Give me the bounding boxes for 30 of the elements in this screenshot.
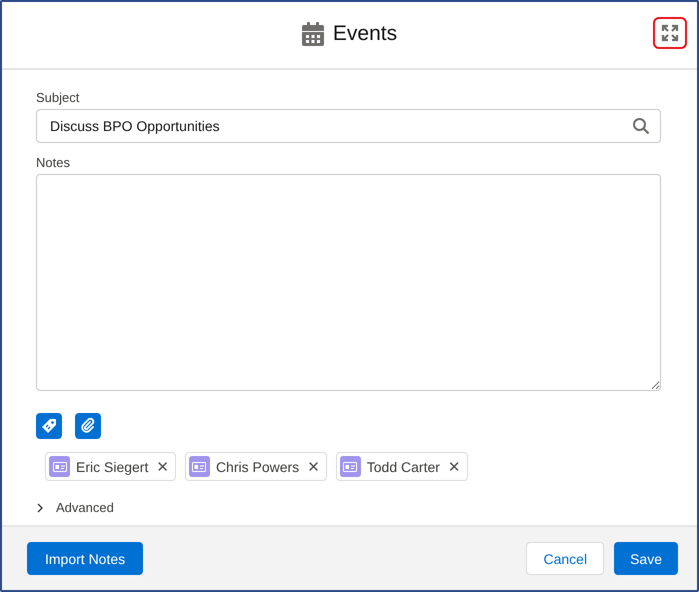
attach-button[interactable] bbox=[75, 413, 101, 439]
save-button[interactable]: Save bbox=[614, 542, 678, 575]
contact-icon bbox=[188, 456, 210, 477]
expand-icon bbox=[661, 24, 679, 42]
tag-icon bbox=[41, 418, 57, 434]
field-label: Subject bbox=[36, 90, 80, 105]
tag-button[interactable] bbox=[36, 413, 62, 439]
attendee-name: Chris Powers bbox=[216, 458, 300, 474]
paperclip-icon bbox=[80, 418, 96, 434]
chevron-icon bbox=[36, 502, 44, 512]
attendee-pill[interactable]: Todd Carter ✕ bbox=[336, 452, 468, 481]
import-notes-button[interactable]: Import Notes bbox=[27, 542, 144, 575]
window-title: Events bbox=[332, 22, 398, 46]
expand-button[interactable] bbox=[653, 17, 687, 49]
remove-button[interactable]: ✕ bbox=[305, 458, 322, 476]
contact-icon bbox=[49, 456, 70, 477]
remove-button[interactable]: ✕ bbox=[154, 458, 171, 476]
contact-icon bbox=[340, 456, 361, 477]
subject-field[interactable]: Discuss BPO Opportunities bbox=[36, 109, 661, 143]
remove-button[interactable]: ✕ bbox=[446, 458, 462, 476]
field-label: Notes bbox=[36, 155, 71, 170]
advanced-toggle[interactable]: Advanced bbox=[36, 500, 114, 515]
search-icon[interactable] bbox=[632, 117, 650, 135]
cancel-button[interactable]: Cancel bbox=[526, 542, 604, 575]
attendee-pill[interactable]: Chris Powers ✕ bbox=[184, 452, 327, 481]
notes-field[interactable] bbox=[36, 174, 661, 391]
attendee-pill[interactable]: Eric Siegert ✕ bbox=[45, 452, 176, 481]
calendar-icon bbox=[302, 22, 324, 46]
attendee-name: Eric Siegert bbox=[76, 458, 148, 474]
attendee-name: Todd Carter bbox=[366, 458, 440, 474]
